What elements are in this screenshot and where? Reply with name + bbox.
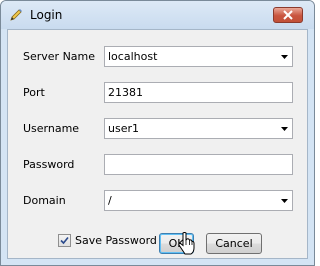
server-name-label: Server Name — [23, 50, 96, 63]
domain-value: / — [108, 194, 112, 207]
username-value: user1 — [108, 122, 139, 135]
save-password-label: Save Password — [75, 234, 157, 247]
port-label: Port — [23, 86, 45, 99]
domain-combo[interactable]: / — [104, 190, 293, 211]
domain-label: Domain — [23, 194, 66, 207]
cancel-button[interactable]: Cancel — [206, 233, 262, 254]
server-name-value: localhost — [108, 50, 158, 63]
cursor-hand-icon — [178, 232, 195, 255]
server-name-combo[interactable]: localhost — [104, 46, 293, 67]
close-icon — [283, 10, 293, 20]
checkmark-icon — [60, 236, 69, 245]
window-title: Login — [30, 8, 63, 22]
chevron-down-icon[interactable] — [281, 127, 288, 131]
chevron-down-icon[interactable] — [281, 55, 288, 59]
port-value: 21381 — [108, 86, 143, 99]
username-combo[interactable]: user1 — [104, 118, 293, 139]
pencil-icon — [9, 8, 23, 22]
login-dialog: Login Server Name localhost Port 21381 U… — [0, 0, 315, 266]
username-label: Username — [23, 122, 80, 135]
port-field[interactable]: 21381 — [104, 82, 293, 103]
close-button[interactable] — [273, 7, 303, 23]
dialog-body: Server Name localhost Port 21381 Usernam… — [7, 29, 308, 259]
password-field[interactable] — [104, 154, 293, 175]
save-password-checkbox[interactable] — [58, 234, 71, 247]
chevron-down-icon[interactable] — [281, 199, 288, 203]
title-bar[interactable]: Login — [1, 1, 314, 29]
password-label: Password — [23, 158, 75, 171]
